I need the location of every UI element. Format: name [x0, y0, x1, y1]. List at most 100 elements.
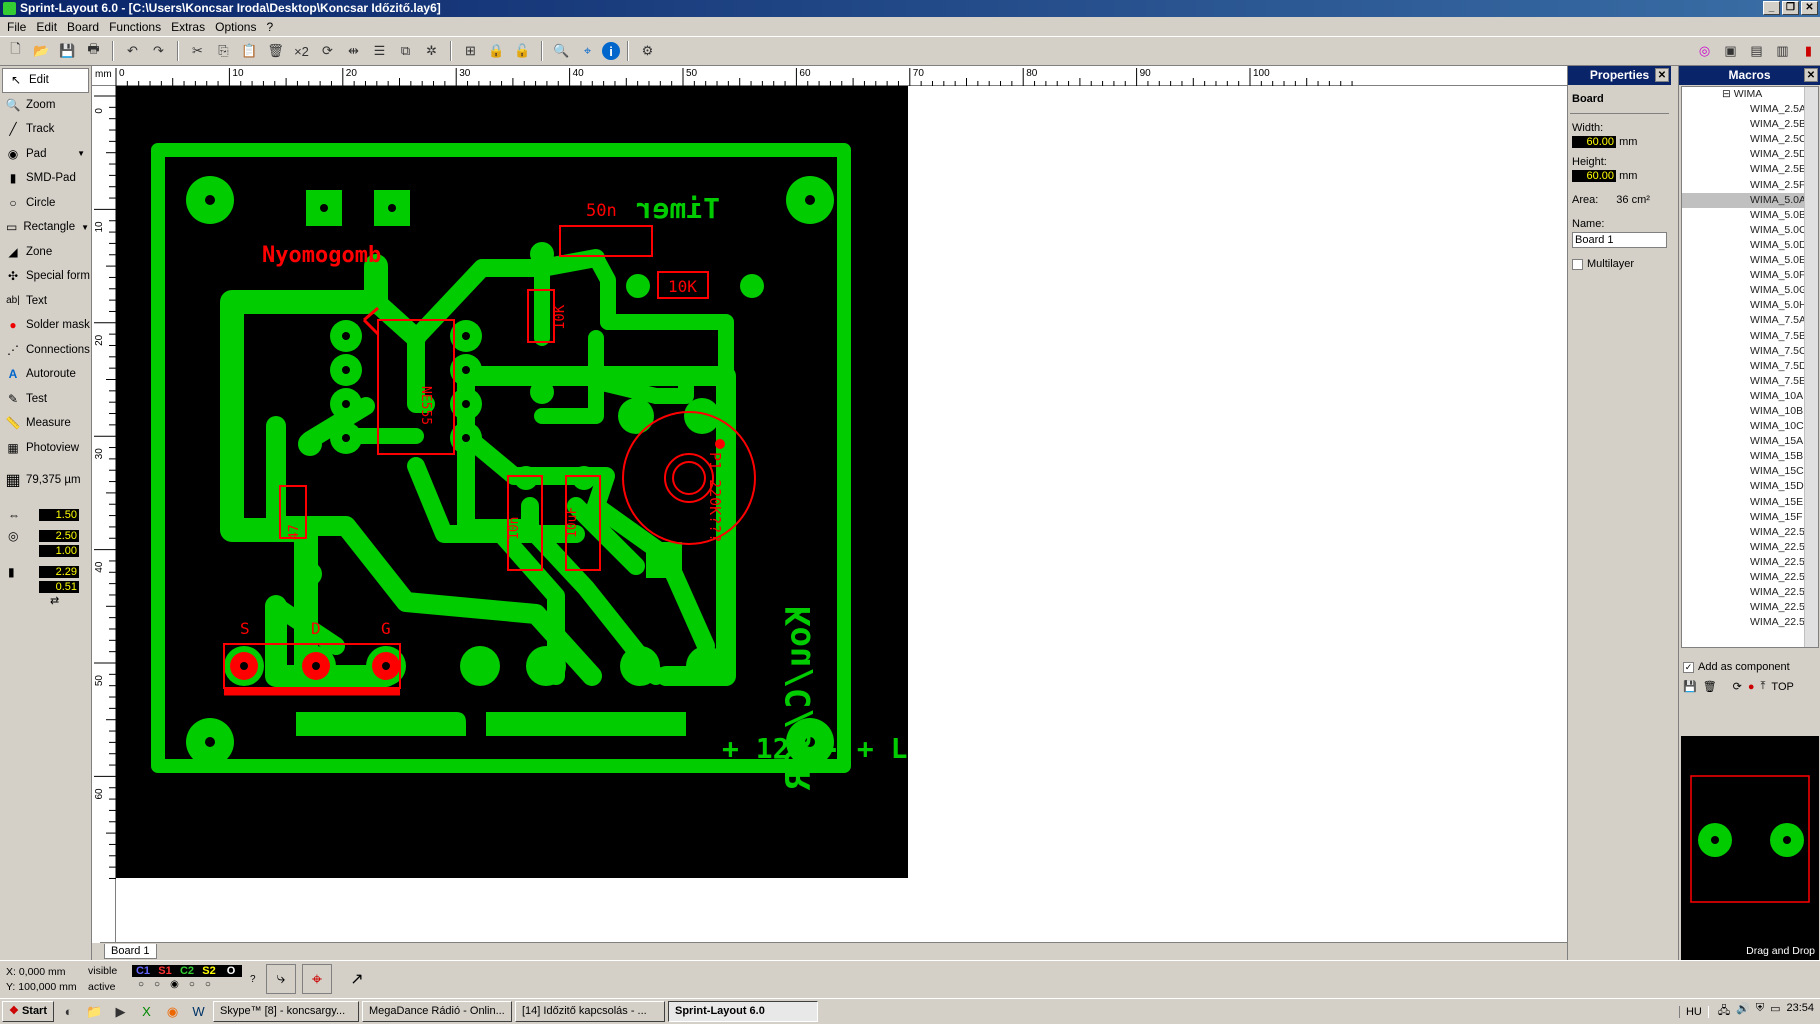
- macro-item[interactable]: WIMA_5.0C: [1682, 223, 1818, 238]
- layer-c2[interactable]: C2: [176, 965, 198, 977]
- radio-s1[interactable]: ○: [154, 979, 160, 990]
- top-layer-label[interactable]: TOP: [1771, 681, 1793, 693]
- snap-target-icon[interactable]: ⌖: [302, 964, 332, 994]
- smd-width-input[interactable]: 2.29: [39, 566, 79, 578]
- tree-root[interactable]: ⊟ WIMA: [1682, 87, 1818, 102]
- tool-track[interactable]: ╱ Track: [0, 117, 91, 142]
- photo-icon[interactable]: ◎: [1693, 40, 1716, 62]
- lock-icon[interactable]: 🔒: [485, 40, 508, 62]
- multilayer-checkbox[interactable]: [1572, 258, 1583, 270]
- macro-item[interactable]: WIMA_2.5C: [1682, 132, 1818, 147]
- name-input[interactable]: Board 1: [1572, 232, 1667, 248]
- macro-item[interactable]: WIMA_15D: [1682, 479, 1818, 494]
- tool-edit[interactable]: ↖ Edit: [2, 68, 89, 93]
- pad-outer-input[interactable]: 2.50: [39, 530, 79, 542]
- layer-s2[interactable]: S2: [198, 965, 220, 977]
- task-idozito[interactable]: [14] Időzitő kapcsolás - ...: [515, 1001, 665, 1022]
- volume-icon[interactable]: 🔊: [1736, 1002, 1750, 1021]
- paste-icon[interactable]: 📋: [238, 40, 261, 62]
- add-component-checkbox[interactable]: ✓: [1683, 661, 1694, 673]
- macro-item[interactable]: WIMA_5.0A: [1682, 192, 1818, 208]
- cut-icon[interactable]: ✂: [186, 40, 209, 62]
- excel-icon[interactable]: X: [135, 1001, 158, 1023]
- rotate-icon[interactable]: ⟳: [1733, 680, 1742, 693]
- start-button[interactable]: ❖ Start: [2, 1001, 54, 1022]
- macro-item[interactable]: WIMA_5.0F: [1682, 268, 1818, 283]
- network-icon[interactable]: 🖧: [1718, 1002, 1730, 1021]
- layer-o[interactable]: O: [220, 965, 242, 977]
- save-icon[interactable]: 💾: [56, 40, 79, 62]
- width-input[interactable]: 60.00: [1572, 136, 1616, 148]
- copy-icon[interactable]: ⎘: [212, 40, 235, 62]
- macro-item[interactable]: WIMA_7.5C: [1682, 344, 1818, 359]
- pcb-board[interactable]: Nyomogomb 50n 10K 10K NE555 47 10n 10uF …: [116, 86, 975, 878]
- redo-icon[interactable]: ↷: [147, 40, 170, 62]
- macro-item[interactable]: WIMA_22.5: [1682, 540, 1818, 555]
- menu-board[interactable]: Board: [64, 20, 106, 34]
- track-mode-icon[interactable]: ⤷: [266, 964, 296, 994]
- word-icon[interactable]: W: [187, 1001, 210, 1023]
- height-input[interactable]: 60.00: [1572, 170, 1616, 182]
- zoom-icon[interactable]: 🔍: [550, 40, 573, 62]
- battery-icon[interactable]: ▭: [1770, 1002, 1780, 1021]
- pad-inner-input[interactable]: 1.00: [39, 545, 79, 557]
- collapse-icon[interactable]: ⊟: [1722, 88, 1731, 100]
- upload-icon[interactable]: ⤒: [1761, 680, 1766, 693]
- tool-zoom[interactable]: 🔍 Zoom: [0, 93, 91, 118]
- save-icon[interactable]: 💾: [1683, 680, 1697, 693]
- macro-item[interactable]: WIMA_2.5A: [1682, 102, 1818, 117]
- layer-s1[interactable]: S1: [154, 965, 176, 977]
- macro-item[interactable]: WIMA_10C: [1682, 419, 1818, 434]
- macro-item[interactable]: WIMA_2.5E: [1682, 162, 1818, 177]
- mirror-h-icon[interactable]: ⇹: [342, 40, 365, 62]
- board-icon[interactable]: ▤: [1745, 40, 1768, 62]
- close-button[interactable]: ✕: [1801, 1, 1818, 15]
- menu-edit[interactable]: Edit: [33, 20, 64, 34]
- tool-test[interactable]: ✎ Test: [0, 387, 91, 412]
- board-tab[interactable]: Board 1: [104, 944, 157, 959]
- grid-setting[interactable]: ▦ 79,375 µm: [0, 468, 91, 493]
- tool-measure[interactable]: 📏 Measure: [0, 411, 91, 436]
- close-icon[interactable]: ✕: [1804, 68, 1818, 82]
- info-icon[interactable]: i: [602, 42, 620, 60]
- minimize-button[interactable]: _: [1763, 1, 1780, 15]
- tool-special-form[interactable]: ✣ Special form: [0, 264, 91, 289]
- tool-autoroute[interactable]: A Autoroute: [0, 362, 91, 387]
- menu-functions[interactable]: Functions: [106, 20, 168, 34]
- menu-help[interactable]: ?: [263, 20, 280, 34]
- task-skype[interactable]: Skype™ [8] - koncsargy...: [213, 1001, 359, 1022]
- duplicate-icon[interactable]: ×2: [290, 40, 313, 62]
- tool-circle[interactable]: ○ Circle: [0, 191, 91, 216]
- menu-options[interactable]: Options: [212, 20, 263, 34]
- delete-icon[interactable]: 🗑: [264, 40, 287, 62]
- new-file-icon[interactable]: 🗋: [4, 40, 27, 62]
- track-width-input[interactable]: 1.50: [39, 509, 79, 521]
- tree-scrollbar[interactable]: [1804, 87, 1818, 647]
- undo-icon[interactable]: ↶: [121, 40, 144, 62]
- unlock-icon[interactable]: 🔓: [511, 40, 534, 62]
- macro-item[interactable]: WIMA_10B: [1682, 404, 1818, 419]
- tool-rectangle[interactable]: ▭ Rectangle ▼: [0, 215, 91, 240]
- radio-s2[interactable]: ○: [189, 979, 195, 990]
- close-icon[interactable]: ✕: [1655, 68, 1669, 82]
- record-icon[interactable]: ●: [1748, 681, 1755, 693]
- layout-canvas[interactable]: Nyomogomb 50n 10K 10K NE555 47 10n 10uF …: [116, 86, 1567, 943]
- macro-item[interactable]: WIMA_5.0H: [1682, 298, 1818, 313]
- drc-icon[interactable]: ▥: [1771, 40, 1794, 62]
- macro-tree[interactable]: ⊟ WIMA WIMA_2.5A WIMA_2.5B WIMA_2.5C WIMA_2…: [1681, 86, 1819, 648]
- layer-c1[interactable]: C1: [132, 965, 154, 977]
- macro-item[interactable]: WIMA_15C: [1682, 464, 1818, 479]
- ungroup-icon[interactable]: ✲: [420, 40, 443, 62]
- macro-item[interactable]: WIMA_15F: [1682, 510, 1818, 525]
- radio-c1[interactable]: ○: [138, 979, 144, 990]
- tool-solder-mask[interactable]: ● Solder mask: [0, 313, 91, 338]
- macro-item[interactable]: WIMA_2.5D: [1682, 147, 1818, 162]
- menu-extras[interactable]: Extras: [168, 20, 212, 34]
- macro-preview[interactable]: Drag and Drop: [1681, 736, 1819, 961]
- macro-item[interactable]: WIMA_15A: [1682, 434, 1818, 449]
- macro-item[interactable]: WIMA_22.5: [1682, 570, 1818, 585]
- settings-gear-icon[interactable]: ⚙: [636, 40, 659, 62]
- macro-item[interactable]: WIMA_10A: [1682, 389, 1818, 404]
- macro-item[interactable]: WIMA_5.0E: [1682, 253, 1818, 268]
- radio-o[interactable]: ○: [205, 979, 211, 990]
